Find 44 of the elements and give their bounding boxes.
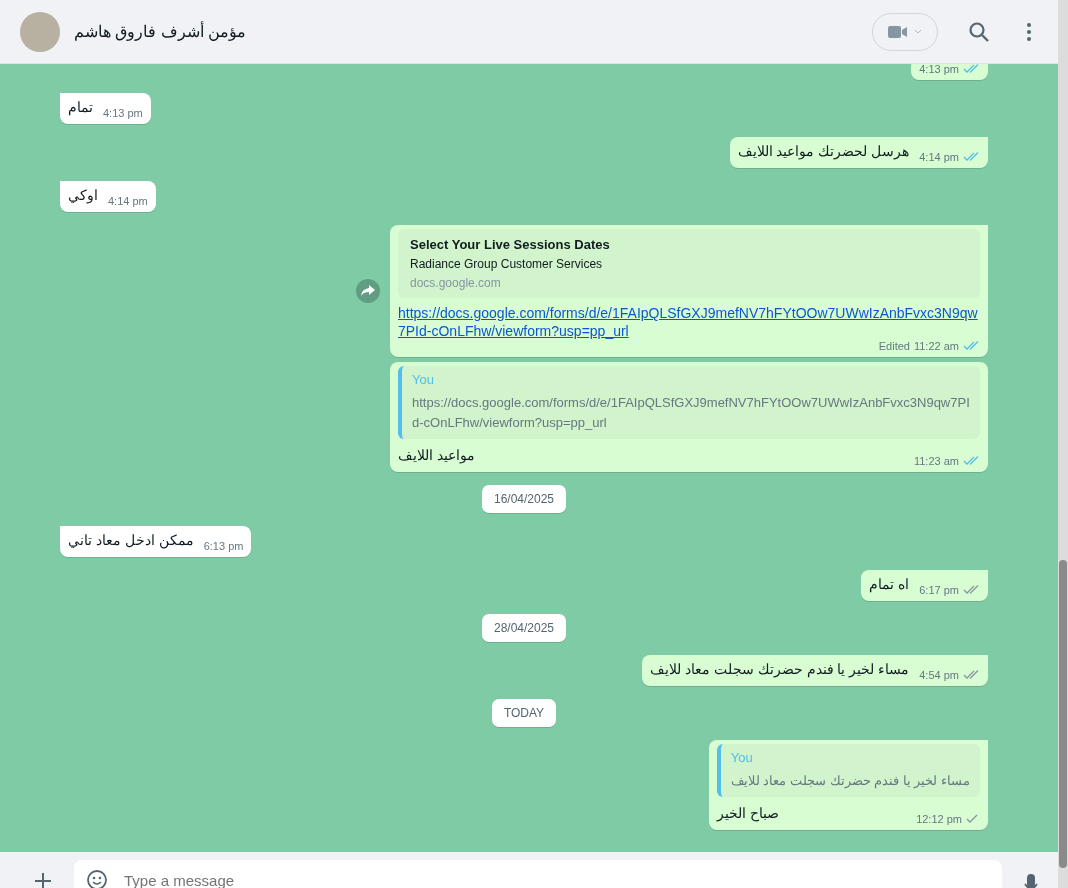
menu-icon xyxy=(1026,21,1032,42)
quote-author: You xyxy=(412,372,435,387)
quote-text: https://docs.google.com/forms/d/e/1FAIpQLSfGXJ9mefNV7hFYtOOw7UWwIzAnbFvxc3N9qw7PId-cOnLFhw/viewform?usp=pp_url xyxy=(412,394,970,432)
message-text: ممكن ادخل معاد تاني xyxy=(68,531,194,551)
message-text: مواعيد اللايف xyxy=(398,446,475,466)
message-time: 6:13 pm xyxy=(203,540,244,552)
message-link[interactable]: https://docs.google.com/forms/d/e/1FAIpQLSfGXJ9mefNV7hFYtOOw7UWwIzAnbFvxc3N9qw7PId-cOnLFhw/viewform?usp=pp_url xyxy=(398,304,980,340)
message-text: هرسل لحضرتك مواعيد اللايف xyxy=(737,142,910,162)
message-time: 4:13 pm xyxy=(919,64,959,75)
message-time: 12:12 pm xyxy=(916,813,962,825)
link-preview-title: Select Your Live Sessions Dates xyxy=(410,237,611,252)
link-preview-card[interactable]: Select Your Live Sessions Dates Radiance Group Customer Services docs.google.com xyxy=(398,229,980,298)
message-time: 11:22 am xyxy=(913,340,959,352)
link-preview-description: Radiance Group Customer Services xyxy=(410,257,604,271)
link-preview-domain: docs.google.com xyxy=(410,276,502,290)
message-time: 6:17 pm xyxy=(919,584,959,596)
date-separator: 16/04/2025 xyxy=(481,485,567,513)
quote-author: You xyxy=(730,750,754,765)
message-text: اوكي xyxy=(68,186,98,206)
forward-icon xyxy=(361,285,375,297)
message-text: صباح الخير xyxy=(716,804,779,824)
message-time: 4:13 pm xyxy=(103,107,143,119)
message-input[interactable]: Type a message xyxy=(74,860,1002,888)
quote-text: مساء لخير يا فندم حضرتك سجلت معاد للايف xyxy=(730,772,970,791)
chevron-down-icon xyxy=(914,28,922,35)
message-time: 4:14 pm xyxy=(919,151,959,163)
video-camera-icon xyxy=(888,24,908,39)
message-text: مساء لخير يا فندم حضرتك سجلت معاد للايف xyxy=(650,660,910,680)
date-separator: 28/04/2025 xyxy=(481,614,567,642)
scrollbar-thumb[interactable] xyxy=(1059,560,1067,868)
video-call-button[interactable] xyxy=(872,12,938,51)
edited-label: Edited xyxy=(878,340,910,352)
quoted-message[interactable]: You https://docs.google.com/forms/d/e/1FAIpQLSfGXJ9mefNV7hFYtOOw7UWwIzAnbFvxc3N9qw7PId-cOnLFhw/viewform?usp=pp_url xyxy=(398,366,980,439)
search-icon xyxy=(968,20,990,43)
contact-name: مؤمن أشرف فاروق هاشم xyxy=(74,22,248,41)
forward-button[interactable] xyxy=(356,279,380,303)
message-time: 4:54 pm xyxy=(919,669,959,681)
message-text: اه تمام xyxy=(869,575,910,595)
plus-icon xyxy=(34,872,52,888)
date-separator: TODAY xyxy=(491,699,557,727)
message-time: 4:14 pm xyxy=(108,195,148,207)
message-text: تمام xyxy=(68,98,93,118)
message-time: 11:23 am xyxy=(913,455,959,467)
emoji-icon[interactable] xyxy=(86,869,108,888)
